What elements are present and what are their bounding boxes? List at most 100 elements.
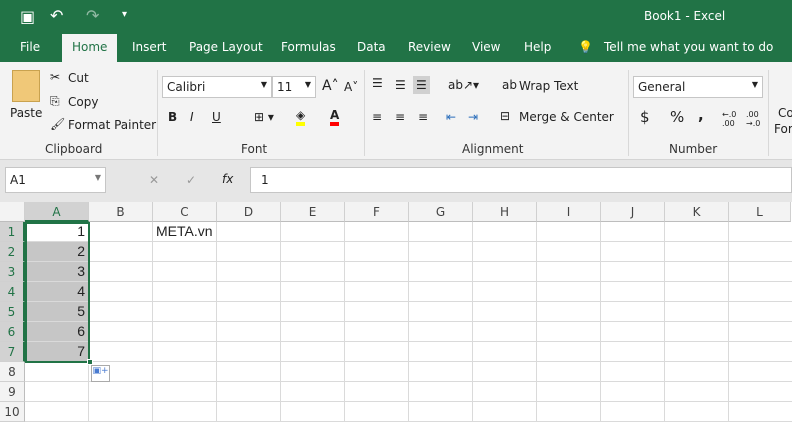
cell-L8[interactable]: [729, 362, 792, 382]
cell-J6[interactable]: [601, 322, 665, 342]
row-header-6[interactable]: 6: [0, 322, 25, 342]
cell-C4[interactable]: [153, 282, 217, 302]
cut-button[interactable]: Cut: [68, 71, 89, 85]
row-header-2[interactable]: 2: [0, 242, 25, 262]
cell-F4[interactable]: [345, 282, 409, 302]
cell-E7[interactable]: [281, 342, 345, 362]
number-format-select[interactable]: General ▼: [633, 76, 763, 98]
bold-button[interactable]: B: [168, 110, 177, 124]
cell-J8[interactable]: [601, 362, 665, 382]
align-left-icon[interactable]: ≡: [372, 110, 382, 124]
decrease-decimal-button[interactable]: .00 →.0: [746, 110, 764, 128]
cell-H9[interactable]: [473, 382, 537, 402]
orientation-icon[interactable]: ab↗▾: [448, 78, 479, 92]
cell-C3[interactable]: [153, 262, 217, 282]
cell-K2[interactable]: [665, 242, 729, 262]
cell-E9[interactable]: [281, 382, 345, 402]
cell-J9[interactable]: [601, 382, 665, 402]
column-header-L[interactable]: L: [729, 202, 791, 222]
cell-A1[interactable]: 1: [25, 222, 89, 242]
cell-G1[interactable]: [409, 222, 473, 242]
cell-H8[interactable]: [473, 362, 537, 382]
percent-button[interactable]: %: [670, 108, 684, 126]
cell-E4[interactable]: [281, 282, 345, 302]
cell-I7[interactable]: [537, 342, 601, 362]
cell-C2[interactable]: [153, 242, 217, 262]
cell-C6[interactable]: [153, 322, 217, 342]
column-header-G[interactable]: G: [409, 202, 473, 222]
cell-E10[interactable]: [281, 402, 345, 422]
cancel-icon[interactable]: ✕: [149, 173, 159, 187]
name-box[interactable]: A1 ▼: [5, 167, 106, 193]
align-bottom-icon[interactable]: ☰: [413, 76, 430, 94]
cell-K4[interactable]: [665, 282, 729, 302]
cell-B7[interactable]: [89, 342, 153, 362]
cell-K1[interactable]: [665, 222, 729, 242]
cell-C10[interactable]: [153, 402, 217, 422]
cell-F1[interactable]: [345, 222, 409, 242]
cell-J7[interactable]: [601, 342, 665, 362]
customize-qat-icon[interactable]: ▾: [122, 9, 127, 20]
paste-button[interactable]: Paste: [10, 106, 42, 120]
paste-icon[interactable]: [12, 70, 40, 102]
cell-H1[interactable]: [473, 222, 537, 242]
column-header-K[interactable]: K: [665, 202, 729, 222]
cell-L5[interactable]: [729, 302, 792, 322]
row-header-7[interactable]: 7: [0, 342, 25, 362]
cell-D4[interactable]: [217, 282, 281, 302]
undo-icon[interactable]: ↶: [50, 6, 63, 25]
cell-D5[interactable]: [217, 302, 281, 322]
cell-A4[interactable]: 4: [25, 282, 89, 302]
cell-A10[interactable]: [25, 402, 89, 422]
cell-E6[interactable]: [281, 322, 345, 342]
tab-home[interactable]: Home: [62, 34, 118, 62]
cell-J5[interactable]: [601, 302, 665, 322]
column-header-H[interactable]: H: [473, 202, 537, 222]
font-size-select[interactable]: 11 ▼: [272, 76, 316, 98]
cell-B6[interactable]: [89, 322, 153, 342]
row-header-10[interactable]: 10: [0, 402, 25, 422]
cell-G8[interactable]: [409, 362, 473, 382]
cell-C9[interactable]: [153, 382, 217, 402]
cell-L1[interactable]: [729, 222, 792, 242]
cell-C5[interactable]: [153, 302, 217, 322]
cell-G7[interactable]: [409, 342, 473, 362]
cell-H7[interactable]: [473, 342, 537, 362]
cell-K7[interactable]: [665, 342, 729, 362]
cell-K10[interactable]: [665, 402, 729, 422]
cell-I10[interactable]: [537, 402, 601, 422]
cell-G9[interactable]: [409, 382, 473, 402]
cell-J4[interactable]: [601, 282, 665, 302]
cell-L3[interactable]: [729, 262, 792, 282]
cell-G4[interactable]: [409, 282, 473, 302]
cell-C7[interactable]: [153, 342, 217, 362]
cell-B1[interactable]: [89, 222, 153, 242]
save-icon[interactable]: ▣: [20, 7, 35, 26]
cell-B10[interactable]: [89, 402, 153, 422]
align-middle-icon[interactable]: ☰: [395, 78, 406, 92]
row-header-4[interactable]: 4: [0, 282, 25, 302]
row-header-3[interactable]: 3: [0, 262, 25, 282]
cell-F10[interactable]: [345, 402, 409, 422]
cell-F9[interactable]: [345, 382, 409, 402]
cell-H5[interactable]: [473, 302, 537, 322]
cell-D6[interactable]: [217, 322, 281, 342]
column-header-A[interactable]: A: [25, 202, 89, 222]
cell-L10[interactable]: [729, 402, 792, 422]
cell-I2[interactable]: [537, 242, 601, 262]
cell-B5[interactable]: [89, 302, 153, 322]
redo-icon[interactable]: ↷: [86, 6, 99, 25]
increase-decimal-button[interactable]: ←.0 .00: [722, 110, 740, 128]
autofill-options-icon[interactable]: ▣+: [91, 365, 110, 382]
tab-help[interactable]: Help: [524, 40, 551, 54]
cell-K8[interactable]: [665, 362, 729, 382]
cell-A9[interactable]: [25, 382, 89, 402]
cell-L2[interactable]: [729, 242, 792, 262]
cell-I9[interactable]: [537, 382, 601, 402]
cell-G3[interactable]: [409, 262, 473, 282]
cell-F2[interactable]: [345, 242, 409, 262]
cell-A8[interactable]: [25, 362, 89, 382]
cell-J2[interactable]: [601, 242, 665, 262]
cell-L4[interactable]: [729, 282, 792, 302]
column-header-F[interactable]: F: [345, 202, 409, 222]
